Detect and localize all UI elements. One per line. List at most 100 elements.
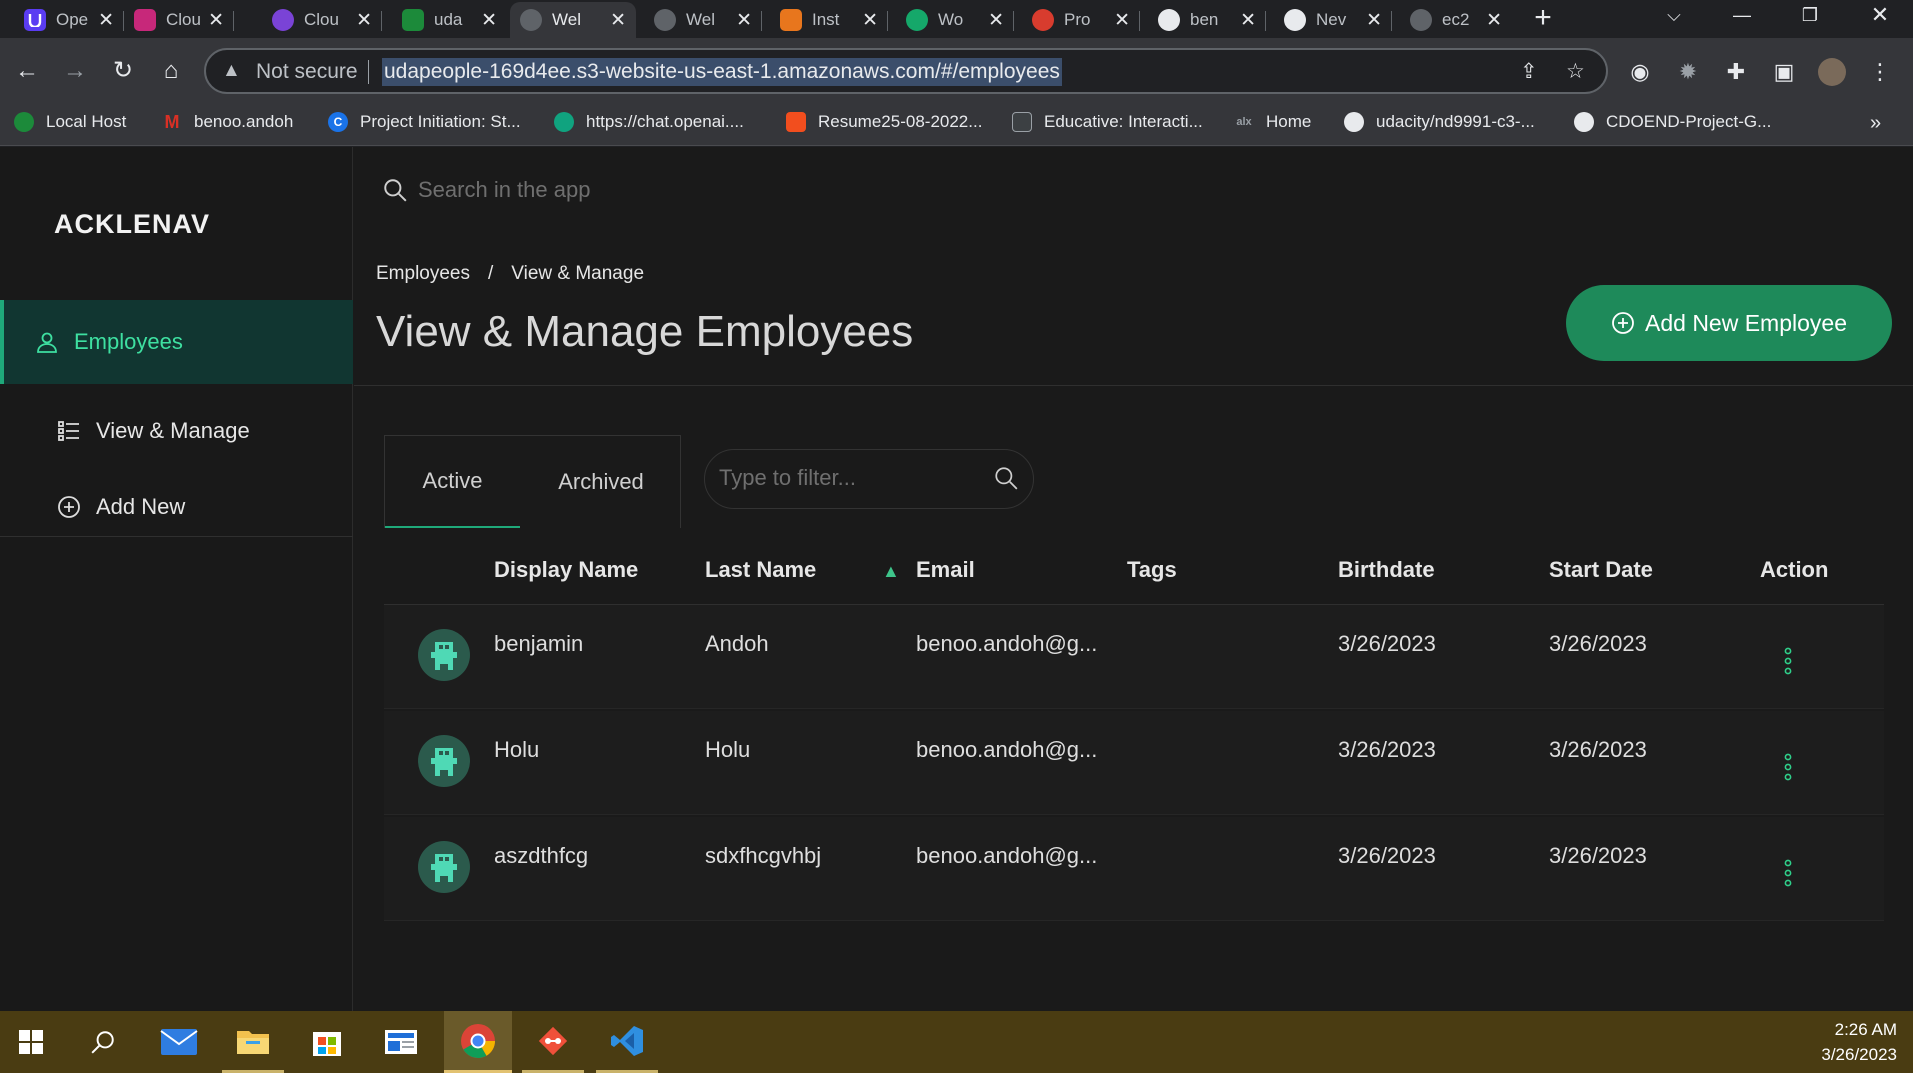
close-tab-icon[interactable]: ✕ xyxy=(208,9,224,32)
gear-extension-icon[interactable]: ✹ xyxy=(1674,58,1702,86)
bookmark-item[interactable]: CDOEND-Project-G... xyxy=(1574,112,1771,132)
search-input[interactable]: Search in the app xyxy=(418,177,590,203)
address-bar[interactable]: ▲ Not secure udapeople-169d4ee.s3-websit… xyxy=(204,48,1608,94)
filter-input[interactable]: Type to filter... xyxy=(704,449,1034,509)
home-icon[interactable]: ⌂ xyxy=(156,56,186,86)
system-clock[interactable]: 2:26 AM 3/26/2023 xyxy=(1821,1017,1897,1067)
browser-tab[interactable]: Nev ✕ xyxy=(1274,2,1392,38)
puzzle-icon[interactable]: ✚ xyxy=(1722,58,1750,86)
security-label[interactable]: Not secure xyxy=(256,60,358,84)
warning-icon[interactable]: ▲ xyxy=(222,60,241,82)
more-bookmarks-button[interactable]: » xyxy=(1870,112,1881,135)
row-actions-icon[interactable] xyxy=(1782,859,1794,887)
avatar xyxy=(418,629,470,681)
sidebar-item-add-new[interactable]: Add New xyxy=(0,475,353,539)
search-icon[interactable] xyxy=(72,1011,134,1073)
restore-icon[interactable]: ❐ xyxy=(1780,0,1840,32)
tab-active[interactable]: Active xyxy=(385,436,520,528)
vscode-icon[interactable] xyxy=(596,1011,658,1073)
microsoft-store-icon[interactable] xyxy=(296,1011,358,1073)
sidebar-item-view-manage[interactable]: View & Manage xyxy=(0,399,353,463)
minimize-icon[interactable]: — xyxy=(1712,0,1772,32)
profile-avatar[interactable] xyxy=(1818,58,1846,86)
table-row[interactable]: Holu Holu benoo.andoh@g... 3/26/2023 3/2… xyxy=(384,711,1884,815)
column-email[interactable]: Email xyxy=(916,557,975,583)
sidebar-item-label: View & Manage xyxy=(96,418,250,443)
browser-tab[interactable]: ben ✕ xyxy=(1148,2,1266,38)
tab-archived[interactable]: Archived xyxy=(520,436,682,528)
main-content: Search in the app Employees / View & Man… xyxy=(354,147,1913,1011)
column-last-name[interactable]: Last Name xyxy=(705,557,816,583)
browser-tab-active[interactable]: Wel ✕ xyxy=(510,2,636,38)
bookmark-item[interactable]: C Project Initiation: St... xyxy=(328,112,521,132)
chrome-taskbar-icon[interactable] xyxy=(444,1011,512,1073)
close-tab-icon[interactable]: ✕ xyxy=(481,9,497,32)
cell-start-date: 3/26/2023 xyxy=(1549,631,1647,656)
globe-icon xyxy=(1410,9,1432,31)
reload-icon[interactable]: ↻ xyxy=(108,56,138,86)
close-tab-icon[interactable]: ✕ xyxy=(736,9,752,32)
close-tab-icon[interactable]: ✕ xyxy=(98,9,114,32)
browser-tab[interactable]: uda ✕ xyxy=(392,2,507,38)
browser-tab[interactable]: Wo ✕ xyxy=(896,2,1014,38)
add-new-employee-button[interactable]: Add New Employee xyxy=(1566,285,1892,361)
back-icon[interactable]: ← xyxy=(12,56,42,86)
status-tabs: Active Archived xyxy=(384,435,681,528)
tab-search-icon[interactable]: ⌵ xyxy=(1644,0,1704,32)
sort-ascending-icon[interactable]: ▲ xyxy=(882,561,900,582)
search-icon[interactable] xyxy=(993,465,1019,496)
bookmark-item[interactable]: https://chat.openai.... xyxy=(554,112,744,132)
extension-icon[interactable]: ◉ xyxy=(1626,58,1654,86)
browser-tab[interactable]: Pro ✕ xyxy=(1022,2,1140,38)
close-window-icon[interactable]: ✕ xyxy=(1850,0,1910,32)
close-tab-icon[interactable]: ✕ xyxy=(1486,9,1502,32)
browser-tab[interactable]: Ope ✕ xyxy=(14,2,124,38)
close-tab-icon[interactable]: ✕ xyxy=(1114,9,1130,32)
close-tab-icon[interactable]: ✕ xyxy=(610,9,626,32)
table-row[interactable]: aszdthfcg sdxfhcgvhbj benoo.andoh@g... 3… xyxy=(384,817,1884,921)
share-icon[interactable]: ⇪ xyxy=(1520,59,1538,84)
column-tags[interactable]: Tags xyxy=(1127,557,1177,583)
cell-birthdate: 3/26/2023 xyxy=(1338,631,1436,656)
menu-kebab-icon[interactable]: ⋮ xyxy=(1866,58,1894,86)
bookmark-item[interactable]: udacity/nd9991-c3-... xyxy=(1344,112,1535,132)
git-tool-icon[interactable] xyxy=(522,1011,584,1073)
windows-start-icon[interactable] xyxy=(0,1011,62,1073)
app-root: ACKLENAV Employees View & Manage Add New xyxy=(0,147,1913,1011)
row-actions-icon[interactable] xyxy=(1782,753,1794,781)
app-search[interactable]: Search in the app xyxy=(382,177,590,203)
column-start-date[interactable]: Start Date xyxy=(1549,557,1653,583)
close-tab-icon[interactable]: ✕ xyxy=(1366,9,1382,32)
cell-last-name: Holu xyxy=(705,737,751,762)
close-tab-icon[interactable]: ✕ xyxy=(356,9,372,32)
browser-tab[interactable]: Wel ✕ xyxy=(644,2,762,38)
close-tab-icon[interactable]: ✕ xyxy=(1240,9,1256,32)
proton-icon xyxy=(1032,9,1054,31)
file-explorer-icon[interactable] xyxy=(222,1011,284,1073)
forward-icon[interactable]: → xyxy=(60,56,90,86)
close-tab-icon[interactable]: ✕ xyxy=(862,9,878,32)
column-birthdate[interactable]: Birthdate xyxy=(1338,557,1435,583)
row-actions-icon[interactable] xyxy=(1782,647,1794,675)
close-tab-icon[interactable]: ✕ xyxy=(988,9,1004,32)
new-tab-button[interactable]: + xyxy=(1526,2,1560,36)
side-panel-icon[interactable]: ▣ xyxy=(1770,58,1798,86)
mail-icon[interactable] xyxy=(148,1011,210,1073)
bookmark-item[interactable]: Local Host xyxy=(14,112,126,132)
breadcrumb-root[interactable]: Employees xyxy=(376,263,470,285)
bookmark-item[interactable]: alx Home xyxy=(1234,112,1311,132)
table-row[interactable]: benjamin Andoh benoo.andoh@g... 3/26/202… xyxy=(384,605,1884,709)
url-text[interactable]: udapeople-169d4ee.s3-website-us-east-1.a… xyxy=(382,58,1062,86)
browser-tab[interactable]: Inst ✕ xyxy=(770,2,888,38)
bookmark-item[interactable]: Educative: Interacti... xyxy=(1012,112,1203,132)
browser-tab[interactable]: ec2 ✕ xyxy=(1400,2,1512,38)
bookmark-label: Resume25-08-2022... xyxy=(818,112,983,131)
bookmark-item[interactable]: M benoo.andoh xyxy=(162,112,294,132)
news-app-icon[interactable] xyxy=(370,1011,432,1073)
bookmark-star-icon[interactable]: ☆ xyxy=(1566,59,1585,84)
browser-tab[interactable]: Clou ✕ xyxy=(124,2,234,38)
browser-tab[interactable]: Clou ✕ xyxy=(262,2,382,38)
bookmark-item[interactable]: Resume25-08-2022... xyxy=(786,112,982,132)
column-display-name[interactable]: Display Name xyxy=(494,557,638,583)
sidebar-item-employees[interactable]: Employees xyxy=(0,300,353,384)
